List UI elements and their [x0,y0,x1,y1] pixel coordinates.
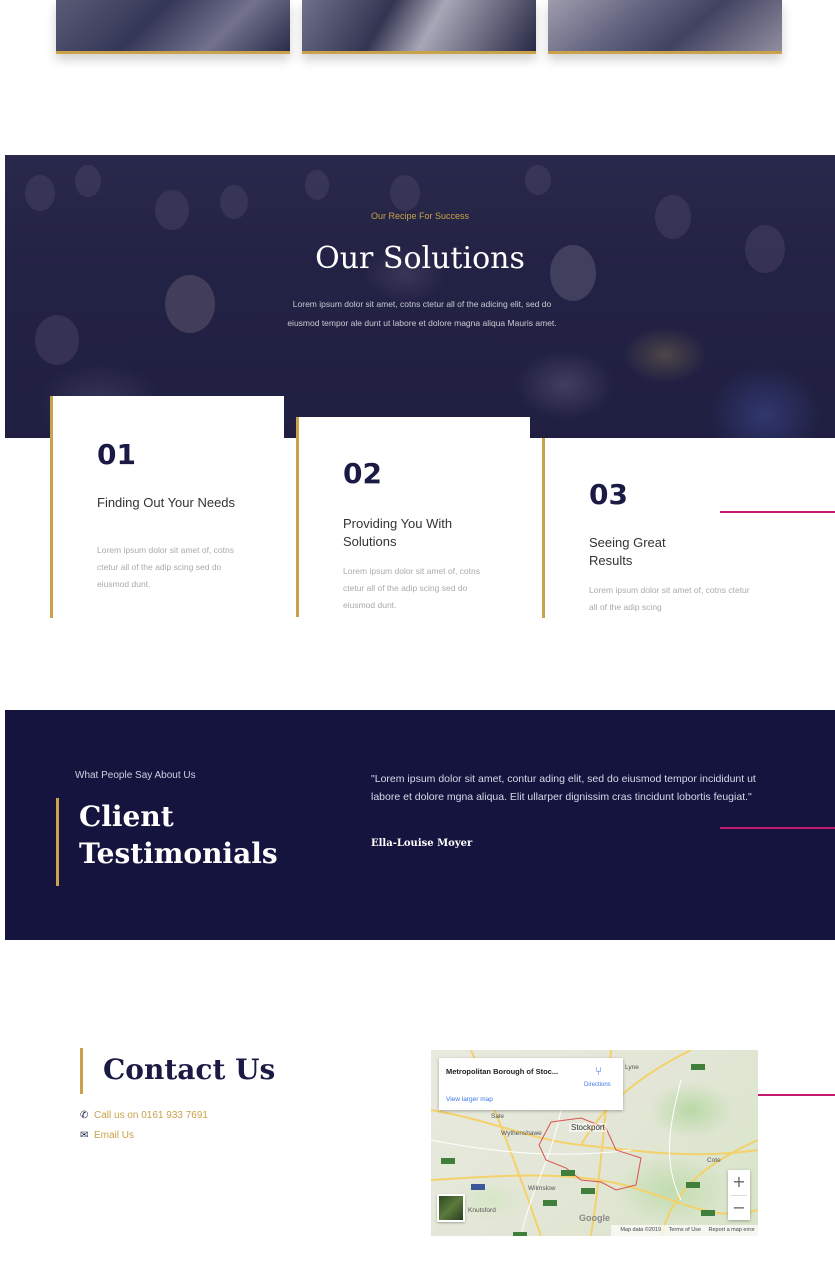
testimonials-section: What People Say About Us Client Testimon… [5,710,835,940]
directions-icon[interactable]: ⑂ [595,1064,602,1078]
solution-text: Lorem ipsum dolor sit amet of, cotns cte… [589,585,750,612]
solution-card: 03 Seeing Great Results Lorem ipsum dolo… [542,438,802,618]
solution-title: Finding Out Your Needs [97,495,236,510]
directions-link[interactable]: Directions [584,1082,611,1088]
photo-gallery [56,0,786,56]
google-map[interactable]: Sale Wythenshawe Stockport Wilmslow Knut… [431,1050,758,1236]
map-label: Wythenshawe [501,1130,542,1137]
solution-cards: 01 Finding Out Your Needs Lorem ipsum do… [0,396,835,618]
solution-number: 03 [589,478,628,511]
view-larger-map-link[interactable]: View larger map [446,1096,493,1103]
map-label: Lyne [625,1064,639,1071]
zoom-out-button[interactable]: − [728,1196,750,1221]
terms-link[interactable]: Terms of Use [669,1227,701,1233]
map-label: Wilmslow [528,1185,556,1192]
solution-title: Seeing Great Results [589,535,666,568]
map-place-name: Metropolitan Borough of Stoc... [446,1067,559,1076]
testimonials-title-line: Testimonials [79,837,278,870]
satellite-toggle[interactable] [437,1194,465,1222]
map-footer: Map data ©2019 Terms of Use Report a map… [611,1225,758,1236]
phone-icon: ✆ [80,1110,89,1121]
solution-text: Lorem ipsum dolor sit amet of, cotns cte… [343,566,481,610]
hero-description: Lorem ipsum dolor sit amet, cotns ctetur… [287,299,557,328]
testimonials-eyebrow: What People Say About Us [75,770,196,781]
map-info-card: Metropolitan Borough of Stoc... ⑂ Direct… [439,1058,623,1110]
solution-number: 02 [343,457,382,490]
email-link[interactable]: ✉ Email Us [80,1130,134,1141]
testimonials-title: Client Testimonials [56,798,278,886]
gallery-photo[interactable] [56,0,290,54]
hero-title: Our Solutions [315,241,525,276]
solution-text: Lorem ipsum dolor sit amet of, cotns cte… [97,545,235,589]
gallery-photo[interactable] [302,0,536,54]
envelope-icon: ✉ [80,1130,89,1141]
gallery-photo[interactable] [548,0,782,54]
zoom-controls: + − [728,1170,750,1220]
google-logo: Google [579,1213,610,1223]
accent-divider [720,511,835,513]
map-label: Cote [707,1157,721,1164]
solution-number: 01 [97,438,136,471]
map-label: Knutsford [468,1207,496,1214]
solution-card: 02 Providing You With Solutions Lorem ip… [296,417,530,617]
testimonials-title-line: Client [79,800,174,833]
map-data-credit: Map data ©2019 [620,1227,662,1233]
hero-eyebrow: Our Recipe For Success [370,211,470,221]
accent-divider [720,827,835,829]
testimonial-author: Ella-Louise Moyer [371,838,473,849]
contact-title: Contact Us [80,1048,275,1094]
testimonial-quote: "Lorem ipsum dolor sit amet, contur adin… [371,773,756,803]
report-map-error-link[interactable]: Report a map error [709,1227,755,1233]
email-label: Email Us [94,1130,135,1141]
solution-title: Providing You With Solutions [343,516,453,549]
phone-link[interactable]: ✆ Call us on 0161 933 7691 [80,1110,208,1121]
map-label: Stockport [569,1123,607,1132]
map-label: Sale [491,1113,505,1120]
solution-card: 01 Finding Out Your Needs Lorem ipsum do… [50,396,284,618]
zoom-in-button[interactable]: + [728,1170,750,1195]
phone-label: Call us on 0161 933 7691 [94,1110,208,1121]
